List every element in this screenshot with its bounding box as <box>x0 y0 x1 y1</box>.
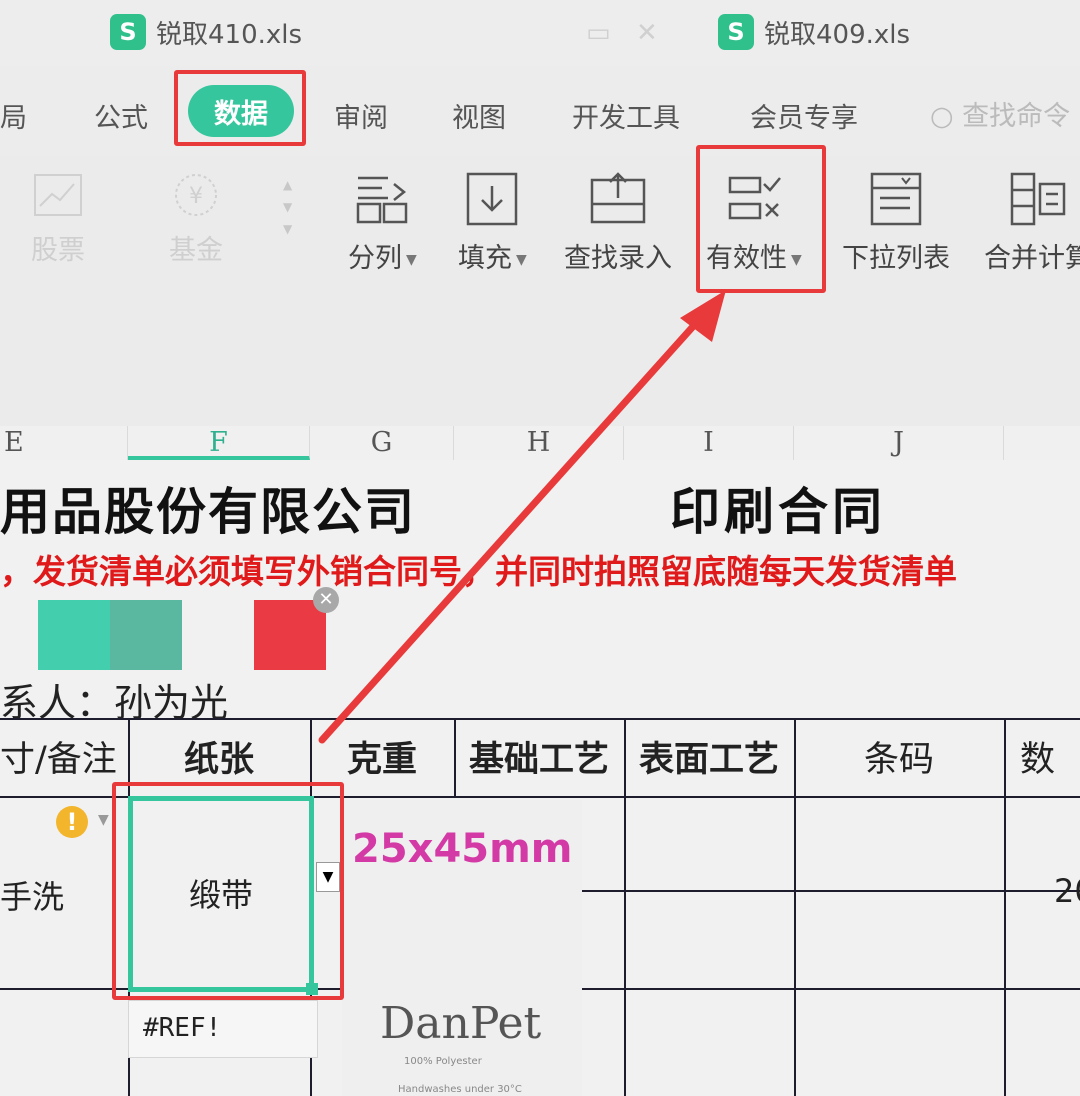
annotation-arrow <box>318 290 726 744</box>
